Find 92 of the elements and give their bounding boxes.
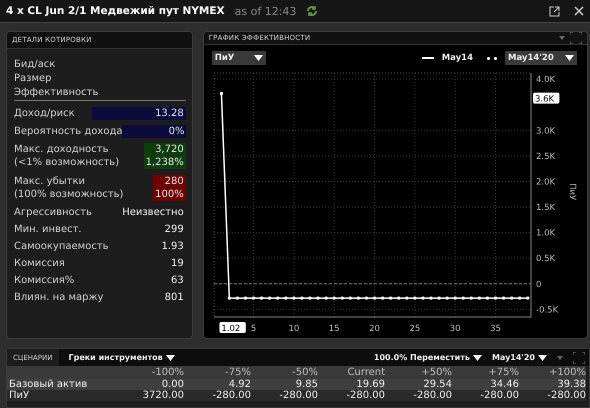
window-title: 4 x CL Jun 2/1 Медвежий пут NYMEX <box>6 5 225 17</box>
field-value: 13.28 <box>155 108 184 118</box>
field-label: Макс. доходность <box>14 144 110 155</box>
field-label: (<1% возможность) <box>14 157 120 168</box>
field-label: Размер <box>14 72 52 84</box>
field-label: Комиссия <box>14 258 65 269</box>
axis-tick-label: 15 <box>328 324 340 334</box>
field-value: 0% <box>168 126 184 136</box>
dotted-line-icon <box>487 56 497 60</box>
caret-icon <box>565 55 574 61</box>
column-header: +100% <box>519 366 586 379</box>
caret-icon <box>538 354 547 360</box>
field-label: Мин. инвест. <box>14 224 82 235</box>
axis-tick-label: 0.5K <box>536 254 555 264</box>
column-header: -75% <box>184 366 251 379</box>
table-cell: -280.00 <box>519 390 586 401</box>
field-label: Комиссия% <box>14 275 74 286</box>
metric-dropdown[interactable]: ПиУ <box>212 51 266 65</box>
column-header: Current <box>318 366 385 379</box>
axis-tick-label: 2.0K <box>536 177 555 188</box>
external-link-icon[interactable] <box>549 6 560 16</box>
field-value: 299 <box>164 223 185 236</box>
table-cell: -280.00 <box>251 390 318 401</box>
legend-label: May14 <box>442 53 473 63</box>
field-label: Макс. убытки <box>14 176 86 187</box>
caret-icon <box>472 354 482 360</box>
expand-icon[interactable] <box>570 32 582 44</box>
column-header: -100% <box>117 366 184 379</box>
caret-icon <box>559 36 565 40</box>
date-dropdown[interactable]: May14'20 <box>505 51 577 65</box>
table-cell: 34.46 <box>452 379 519 390</box>
axis-tick-label: 2.5K <box>536 152 555 162</box>
field-label: Бид/аск <box>14 58 56 70</box>
axis-tick-label: 25 <box>409 324 420 334</box>
field-label: (100% возможность) <box>14 189 124 200</box>
axis-title: ПиУ <box>566 183 577 200</box>
field-value: 19 <box>170 257 185 270</box>
cursor-value-label: 3.6K <box>532 92 560 105</box>
field-value: 801 <box>164 291 185 304</box>
axis-tick-label: -0.5K <box>536 305 558 316</box>
table-cell: 3720.00 <box>117 390 184 401</box>
axis-tick-label: 30 <box>449 324 460 334</box>
solid-line-icon <box>422 57 434 59</box>
table-cell: 29.54 <box>385 379 452 390</box>
table-cell: -280.00 <box>184 390 251 401</box>
table-cell: 0.00 <box>117 379 184 390</box>
field-value: 280 <box>164 176 184 187</box>
close-icon[interactable] <box>574 6 584 16</box>
refresh-icon[interactable] <box>306 5 318 17</box>
field-value: Неизвестно <box>121 206 185 219</box>
row-header: ПиУ <box>7 390 117 401</box>
column-header: +50% <box>385 366 452 379</box>
axis-tick-label: 1.0K <box>536 228 555 239</box>
shift-dropdown[interactable]: 100.0% Переместить <box>374 353 482 362</box>
field-label: Агрессивность <box>14 207 92 218</box>
date-dropdown[interactable]: May14'20 <box>492 353 547 362</box>
axis-tick-label: 4.0K <box>536 75 555 86</box>
section-heading: Эффективность <box>14 87 186 101</box>
field-value: 3,720 <box>155 144 184 155</box>
axis-tick-label: 3.0K <box>536 126 555 136</box>
expand-icon[interactable] <box>573 352 585 364</box>
table-cell: 9.85 <box>251 379 318 390</box>
row-header: Базовый актив <box>7 379 117 390</box>
cursor-value-label: 1.02 <box>219 322 246 334</box>
caret-icon <box>254 55 263 61</box>
axis-tick-label: 0 <box>536 280 542 290</box>
field-label: Влиян. на маржу <box>14 292 104 303</box>
table-cell: 39.38 <box>519 379 586 390</box>
column-header: +75% <box>452 366 519 379</box>
greeks-dropdown[interactable]: Греки инструментов <box>68 353 175 362</box>
timestamp: as of 12:43 <box>234 4 296 18</box>
field-label: Самоокупаемость <box>14 241 109 252</box>
column-header: -50% <box>251 366 318 379</box>
field-value: 1.93 <box>160 240 185 253</box>
axis-tick-label: 1.5K <box>536 203 555 214</box>
field-value: 100% <box>155 189 184 200</box>
table-cell: -280.00 <box>318 390 385 401</box>
table-cell: -280.00 <box>385 390 452 401</box>
axis-tick-label: 35 <box>490 324 501 334</box>
field-label: Доход/риск <box>14 108 75 118</box>
axis-tick-label: 10 <box>288 324 299 334</box>
table-cell: 4.92 <box>184 379 251 390</box>
caret-icon <box>166 354 175 360</box>
field-label: Вероятность дохода <box>14 126 122 136</box>
table-cell: -280.00 <box>452 390 519 401</box>
table-cell: 19.69 <box>318 379 385 390</box>
field-value: 63 <box>170 274 185 287</box>
caret-icon <box>557 356 563 360</box>
axis-tick-label: 5 <box>250 324 256 334</box>
annotation: 3.6K <box>534 94 554 105</box>
field-value: 1,238% <box>146 157 184 168</box>
axis-tick-label: 20 <box>368 324 380 334</box>
